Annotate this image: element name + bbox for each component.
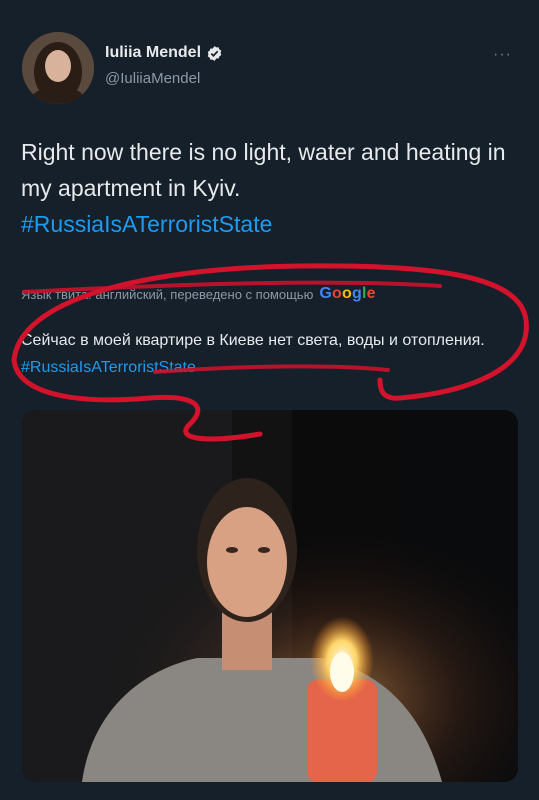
avatar-photo — [22, 32, 94, 104]
tweet-text: Right now there is no light, water and h… — [21, 134, 521, 242]
translated-hashtag-link[interactable]: #RussiaIsATerroristState — [21, 359, 196, 376]
avatar[interactable] — [22, 32, 94, 104]
tweet-photo[interactable] — [22, 410, 518, 782]
translated-body: Сейчас в моей квартире в Киеве нет света… — [21, 332, 485, 349]
translation-notice: Язык твита: английский, переведено с пом… — [21, 283, 521, 305]
author-handle[interactable]: @IuliiaMendel — [105, 70, 200, 87]
google-logo: Google — [319, 285, 376, 302]
tweet-header: Iuliia Mendel @IuliiaMendel ··· — [22, 32, 522, 106]
photo-candle-portrait — [22, 410, 518, 782]
translation-notice-text[interactable]: Язык твита: английский, переведено с пом… — [21, 287, 313, 302]
more-options-icon[interactable]: ··· — [493, 46, 512, 64]
tweet-hashtag-link[interactable]: #RussiaIsATerroristState — [21, 211, 272, 237]
author-name[interactable]: Iuliia Mendel — [105, 44, 201, 62]
tweet-body: Right now there is no light, water and h… — [21, 139, 506, 201]
verified-badge-icon — [207, 45, 222, 61]
translated-text: Сейчас в моей квартире в Киеве нет света… — [21, 327, 516, 381]
